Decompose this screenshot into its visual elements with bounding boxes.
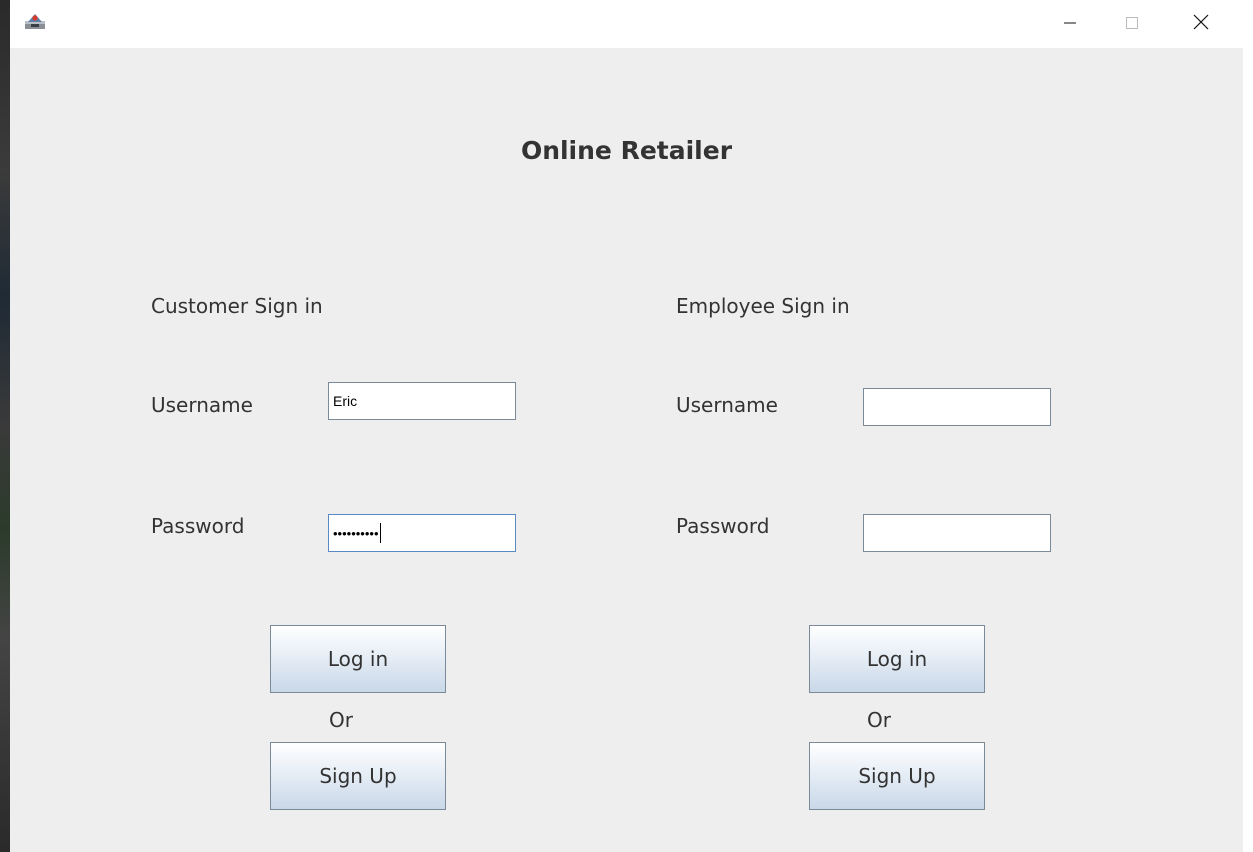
employee-username-label: Username [676, 393, 778, 417]
employee-login-button[interactable]: Log in [809, 625, 985, 693]
close-icon [1193, 14, 1209, 34]
java-app-icon [24, 12, 46, 30]
employee-signin-heading: Employee Sign in [676, 294, 850, 318]
login-window: Online Retailer Customer Sign in Usernam… [10, 0, 1243, 852]
close-button[interactable] [1178, 0, 1224, 48]
desktop-background-right [1243, 0, 1253, 852]
employee-username-field[interactable] [863, 388, 1051, 426]
desktop-background [0, 0, 10, 852]
customer-signin-heading: Customer Sign in [151, 294, 323, 318]
employee-password-field[interactable] [863, 514, 1051, 552]
page-title: Online Retailer [520, 136, 733, 165]
customer-username-field[interactable]: Eric [328, 382, 516, 420]
maximize-icon [1125, 15, 1139, 34]
customer-login-button[interactable]: Log in [270, 625, 446, 693]
employee-or-label: Or [867, 708, 891, 732]
customer-username-label: Username [151, 393, 253, 417]
employee-password-label: Password [676, 514, 770, 538]
title-bar[interactable] [10, 0, 1243, 48]
customer-signup-button[interactable]: Sign Up [270, 742, 446, 810]
customer-password-field[interactable]: •••••••••• [328, 514, 516, 552]
customer-password-value: •••••••••• [333, 525, 379, 541]
minimize-button[interactable] [1047, 0, 1093, 48]
customer-or-label: Or [329, 708, 353, 732]
customer-username-value: Eric [333, 393, 358, 409]
text-caret [379, 523, 381, 543]
employee-signup-button[interactable]: Sign Up [809, 742, 985, 810]
minimize-icon [1063, 15, 1077, 34]
customer-password-label: Password [151, 514, 245, 538]
maximize-button[interactable] [1109, 0, 1155, 48]
